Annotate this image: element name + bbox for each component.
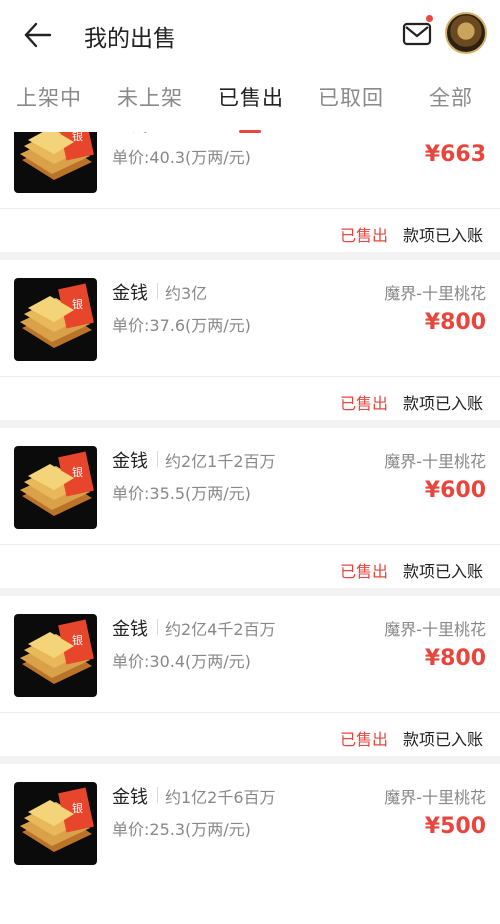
order-price: ¥600 bbox=[424, 478, 486, 503]
payment-status-label: 款项已入账 bbox=[403, 730, 484, 749]
notification-dot bbox=[426, 15, 433, 22]
item-amount: 约2亿1千2百万 bbox=[165, 452, 276, 471]
item-name: 金钱 bbox=[112, 619, 148, 640]
avatar[interactable] bbox=[445, 12, 487, 54]
order-card[interactable]: 银 金钱 约3亿 单价:37.6(万两/元) 魔界-十里桃花 ¥800 已售出 … bbox=[0, 260, 500, 420]
server-name: 魔界-十里桃花 bbox=[384, 284, 486, 303]
money-item-thumbnail: 银 bbox=[14, 614, 97, 697]
separator bbox=[157, 619, 158, 635]
order-card[interactable]: 银 金钱 约2亿4千2百万 单价:30.4(万两/元) 魔界-十里桃花 ¥800… bbox=[0, 596, 500, 756]
status-sold-label: 已售出 bbox=[340, 730, 389, 749]
item-name: 金钱 bbox=[112, 787, 148, 808]
svg-text:银: 银 bbox=[72, 297, 83, 311]
separator bbox=[157, 451, 158, 467]
separator bbox=[157, 283, 158, 299]
payment-status-label: 款项已入账 bbox=[403, 562, 484, 581]
order-price: ¥500 bbox=[424, 814, 486, 839]
money-item-thumbnail: 银 bbox=[14, 278, 97, 361]
card-divider bbox=[0, 376, 500, 377]
order-card[interactable]: 银 金钱 约1亿2千6百万 单价:25.3(万两/元) 魔界-十里桃花 ¥500 bbox=[0, 764, 500, 924]
tab-retrieved[interactable]: 已取回 bbox=[318, 82, 384, 112]
order-price: ¥800 bbox=[424, 646, 486, 671]
server-name: 魔界-十里桃花 bbox=[384, 452, 486, 471]
svg-text:银: 银 bbox=[72, 465, 83, 479]
payment-status-label: 款项已入账 bbox=[403, 226, 484, 245]
unit-price: 单价:37.6(万两/元) bbox=[112, 316, 251, 335]
top-bar: 我的出售 上架中 未上架 已售出 已取回 全部 bbox=[0, 0, 500, 133]
item-name: 金钱 bbox=[112, 283, 148, 304]
payment-status-label: 款项已入账 bbox=[403, 394, 484, 413]
back-arrow-icon[interactable] bbox=[22, 18, 56, 52]
page-title: 我的出售 bbox=[84, 26, 176, 52]
item-amount: 约2亿4千2百万 bbox=[165, 620, 276, 639]
server-name: 魔界-十里桃花 bbox=[384, 788, 486, 807]
unit-price: 单价:25.3(万两/元) bbox=[112, 820, 251, 839]
status-sold-label: 已售出 bbox=[340, 562, 389, 581]
tab-unlisted[interactable]: 未上架 bbox=[117, 82, 183, 112]
card-divider bbox=[0, 544, 500, 545]
order-price: ¥663 bbox=[424, 142, 486, 167]
unit-price: 单价:30.4(万两/元) bbox=[112, 652, 251, 671]
separator bbox=[157, 787, 158, 803]
order-price: ¥800 bbox=[424, 310, 486, 335]
tab-sold[interactable]: 已售出 bbox=[218, 82, 284, 112]
money-item-thumbnail: 银 bbox=[14, 446, 97, 529]
item-amount: 约1亿2千6百万 bbox=[165, 788, 276, 807]
tab-all[interactable]: 全部 bbox=[429, 82, 473, 112]
unit-price: 单价:40.3(万两/元) bbox=[112, 148, 251, 167]
active-tab-indicator bbox=[239, 130, 261, 133]
svg-text:银: 银 bbox=[72, 801, 83, 815]
tab-listed[interactable]: 上架中 bbox=[16, 82, 82, 112]
svg-text:银: 银 bbox=[72, 633, 83, 647]
item-name: 金钱 bbox=[112, 451, 148, 472]
server-name: 魔界-十里桃花 bbox=[384, 620, 486, 639]
status-sold-label: 已售出 bbox=[340, 226, 389, 245]
card-divider bbox=[0, 208, 500, 209]
order-card[interactable]: 银 金钱 约2亿1千2百万 单价:35.5(万两/元) 魔界-十里桃花 ¥600… bbox=[0, 428, 500, 588]
status-tabs: 上架中 未上架 已售出 已取回 全部 bbox=[0, 72, 500, 133]
item-amount: 约3亿 bbox=[165, 284, 208, 303]
card-divider bbox=[0, 712, 500, 713]
status-sold-label: 已售出 bbox=[340, 394, 389, 413]
money-item-thumbnail: 银 bbox=[14, 782, 97, 865]
mail-icon[interactable] bbox=[402, 19, 432, 49]
unit-price: 单价:35.5(万两/元) bbox=[112, 484, 251, 503]
